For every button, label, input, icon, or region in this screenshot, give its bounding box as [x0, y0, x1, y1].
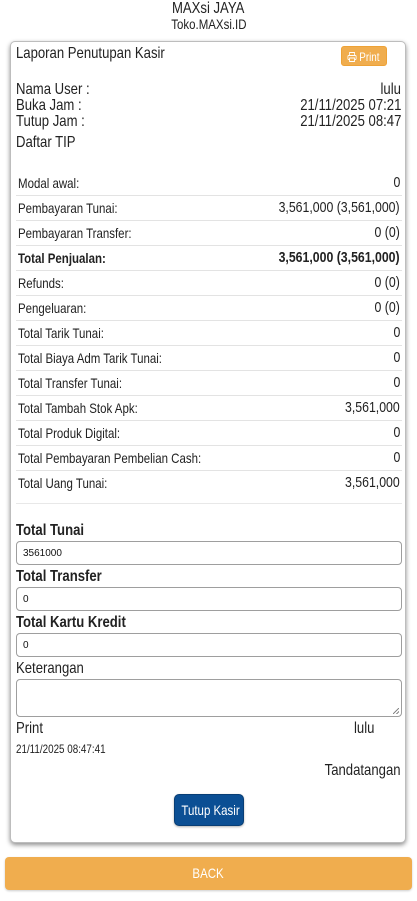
summary-row: Total Penjualan: 3,561,000 (3,561,000) [16, 245, 402, 270]
summary-row-value: 0 (0) [374, 299, 400, 316]
summary-row-value: 3,561,000 (3,561,000) [278, 199, 400, 216]
summary-row-label: Total Uang Tunai: [18, 475, 108, 491]
summary-row-label: Total Tambah Stok Apk: [18, 400, 138, 416]
signature-label: Tandatangan [325, 762, 401, 779]
summary-row-label: Pembayaran Tunai: [18, 200, 118, 216]
signature-print-label: Print [16, 720, 43, 737]
signature-printed-at: 21/11/2025 08:47:41 [16, 742, 106, 756]
summary-row-value: 0 [393, 324, 400, 341]
summary-row-value: 0 [393, 174, 400, 191]
summary-row-label: Total Penjualan: [18, 250, 106, 266]
summary-divider [16, 503, 402, 504]
summary-row: Pembayaran Tunai: 3,561,000 (3,561,000) [16, 195, 402, 220]
summary-row-label: Pembayaran Transfer: [18, 225, 132, 241]
summary-row: Total Tarik Tunai: 0 [16, 320, 402, 345]
summary-row-value: 3,561,000 (3,561,000) [278, 249, 400, 266]
print-icon [347, 52, 358, 62]
info-tutup-jam: Tutup Jam : 21/11/2025 08:47 [16, 113, 401, 130]
summary-row-label: Total Transfer Tunai: [18, 375, 123, 391]
summary-row-value: 0 (0) [374, 274, 400, 291]
tutup-kasir-button[interactable]: Tutup Kasir [174, 794, 244, 826]
summary-row: Pembayaran Transfer: 0 (0) [16, 220, 402, 245]
summary-table: Modal awal: 0 Pembayaran Tunai: 3,561,000 (… [16, 171, 402, 495]
info-buka-jam: Buka Jam : 21/11/2025 07:21 [16, 97, 401, 114]
summary-row-value: 0 [393, 449, 400, 466]
total-kartu-kredit-input[interactable] [16, 633, 402, 657]
summary-row-value: 3,561,000 [345, 399, 400, 416]
keterangan-label: Keterangan [16, 660, 84, 677]
summary-row-label: Pengeluaran: [18, 300, 87, 316]
summary-row: Total Biaya Adm Tarik Tunai: 0 [16, 345, 402, 370]
print-button[interactable]: Print [341, 46, 387, 66]
summary-row-value: 3,561,000 [345, 474, 400, 491]
summary-row-label: Total Biaya Adm Tarik Tunai: [18, 350, 162, 366]
total-tunai-input[interactable] [16, 541, 402, 565]
summary-row-label: Total Produk Digital: [18, 425, 121, 441]
summary-row-label: Total Tarik Tunai: [18, 325, 104, 341]
store-name: MAXsi JAYA [172, 0, 245, 17]
summary-row-label: Refunds: [18, 275, 64, 291]
summary-row: Modal awal: 0 [16, 171, 402, 195]
back-button[interactable]: BACK [5, 857, 412, 890]
summary-row: Pengeluaran: 0 (0) [16, 295, 402, 320]
summary-row-label: Modal awal: [18, 175, 80, 191]
keterangan-textarea[interactable] [16, 679, 402, 717]
summary-row: Total Produk Digital: 0 [16, 420, 402, 445]
total-transfer-input[interactable] [16, 587, 402, 611]
daftar-tip-label: Daftar TIP [16, 134, 76, 151]
store-domain: Toko.MAXsi.ID [170, 16, 247, 32]
resize-grip-icon[interactable] [393, 708, 399, 714]
total-tunai-label: Total Tunai [16, 522, 85, 539]
report-title: Laporan Penutupan Kasir [16, 45, 165, 62]
closing-report-card: Laporan Penutupan Kasir Print Nama User … [10, 41, 406, 843]
summary-row-value: 0 [393, 349, 400, 366]
summary-row-value: 0 (0) [374, 224, 400, 241]
signature-user: lulu [354, 720, 375, 737]
summary-row: Total Pembayaran Pembelian Cash: 0 [16, 445, 402, 470]
total-kartu-kredit-label: Total Kartu Kredit [16, 614, 126, 631]
summary-row: Total Uang Tunai: 3,561,000 [16, 470, 402, 495]
summary-row-label: Total Pembayaran Pembelian Cash: [18, 450, 202, 466]
summary-row-value: 0 [393, 374, 400, 391]
summary-row: Total Tambah Stok Apk: 3,561,000 [16, 395, 402, 420]
summary-row-value: 0 [393, 424, 400, 441]
summary-row: Refunds: 0 (0) [16, 270, 402, 295]
summary-row: Total Transfer Tunai: 0 [16, 370, 402, 395]
store-header: MAXsi JAYA Toko.MAXsi.ID [0, 0, 417, 32]
info-nama-user: Nama User : lulu [16, 81, 401, 98]
total-transfer-label: Total Transfer [16, 568, 102, 585]
